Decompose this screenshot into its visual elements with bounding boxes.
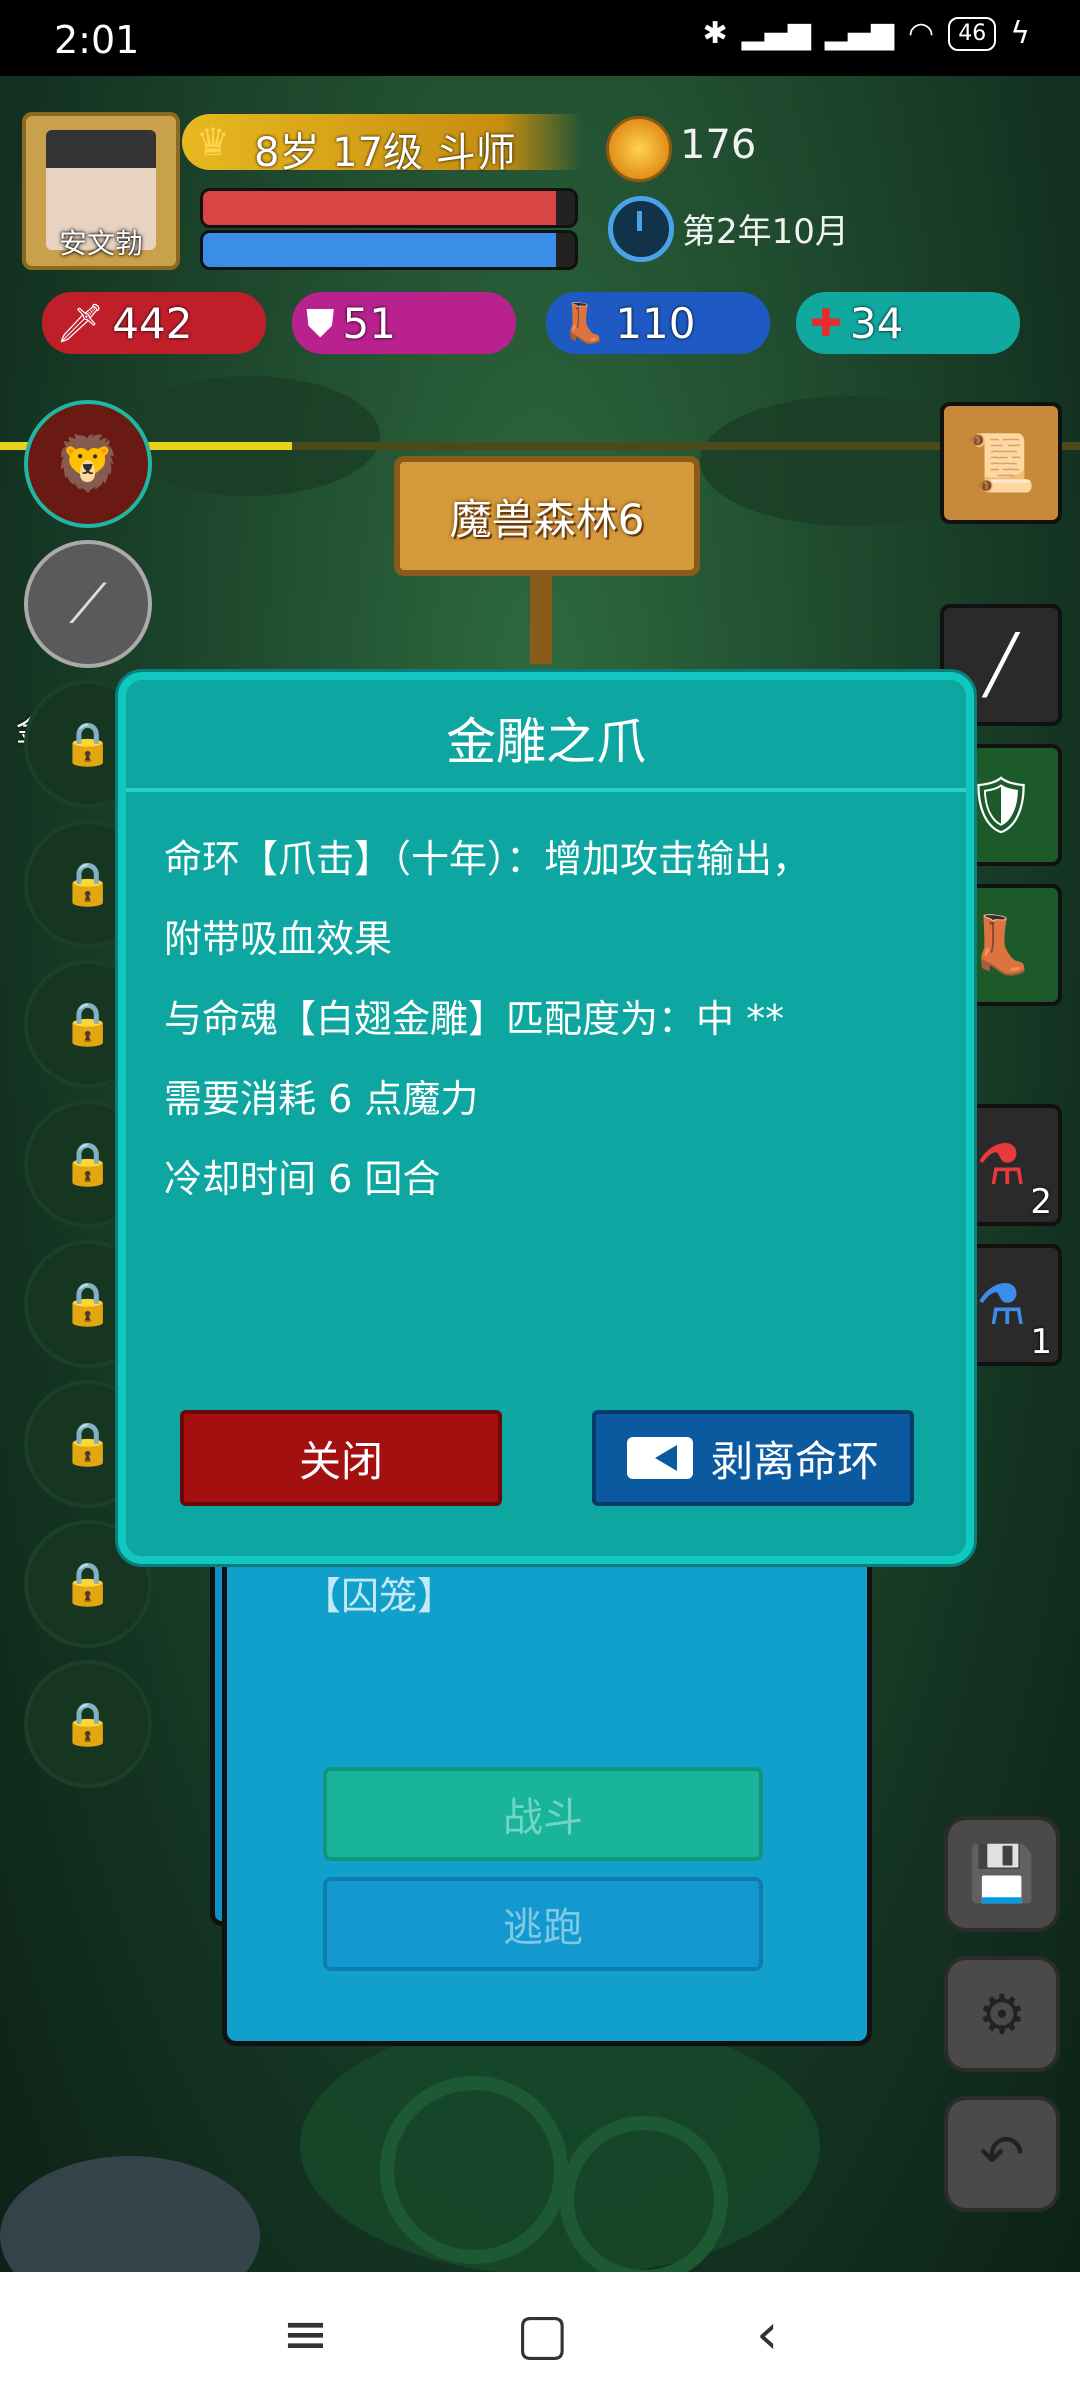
home-nav-icon[interactable]: ▢ (516, 2302, 569, 2367)
locked-slot[interactable]: 🔒 (24, 1660, 152, 1788)
dialog-title: 金雕之爪 (446, 713, 646, 771)
skill-slot-2[interactable]: ⟋ (24, 540, 152, 668)
status-time: 2:01 (54, 18, 140, 62)
player-avatar[interactable]: 安文勃 (22, 112, 180, 270)
charging-icon: ϟ (1010, 16, 1030, 51)
defense-value: 51 (342, 298, 396, 348)
blue-potion-icon: ⚗ (975, 1272, 1027, 1338)
dialog-header: 金雕之爪 (126, 680, 966, 792)
heal-value: 34 (849, 298, 904, 348)
lock-icon: 🔒 (61, 1279, 115, 1328)
game-date: 第2年10月 (682, 212, 849, 252)
navigation-bar: ≡ ▢ ‹ (0, 2272, 1080, 2400)
dialog-line-1: 命环【爪击】（十年）：增加攻击输出， (164, 837, 811, 881)
crown-icon: ♛ (196, 120, 231, 164)
player-name: 安文勃 (58, 227, 143, 260)
strip-ring-label: 剥离命环 (710, 1436, 879, 1486)
lion-skill-icon: 🦁 (54, 432, 122, 495)
xp-bar (0, 442, 1080, 450)
battle-card: 【囚笼】 战斗 逃跑 (222, 1516, 872, 2046)
settings-button[interactable]: ⚙ (944, 1956, 1060, 2072)
lock-icon: 🔒 (61, 859, 115, 908)
map-scroll-item[interactable]: 📜 (940, 402, 1062, 524)
save-button[interactable]: 💾 (944, 1816, 1060, 1932)
defense-stat: ⛊ 51 (292, 292, 516, 354)
close-button[interactable]: 关闭 (180, 1410, 502, 1506)
attack-stat: 🗡 442 (42, 292, 266, 354)
lock-icon: 🔒 (61, 1699, 115, 1748)
back-nav-icon[interactable]: ‹ (756, 2302, 778, 2367)
wifi-icon: ◠ (908, 16, 935, 51)
blue-potion-count: 1 (1030, 1322, 1052, 1362)
dialog-line-3: 与命魂【白翅金雕】匹配度为：中 ** (164, 997, 785, 1041)
heal-stat: ✚ 34 (796, 292, 1020, 354)
save-icon: 💾 (968, 1842, 1036, 1905)
dialog-line-5: 冷却时间 6 回合 (164, 1157, 441, 1201)
bluetooth-icon: ✱ (702, 16, 728, 51)
sign-post (530, 564, 552, 664)
lock-icon: 🔒 (61, 719, 115, 768)
boots-item-icon: 👢 (966, 913, 1036, 978)
shield-item-icon: 🛡 (965, 773, 1037, 838)
attack-value: 442 (112, 298, 193, 348)
sword-icon: 🗡 (56, 300, 105, 345)
status-bar: 2:01 ✱ ▂▄▆ ▂▄▆ ◠ 46 ϟ (0, 0, 1080, 76)
lock-icon: 🔒 (61, 1139, 115, 1188)
lock-icon: 🔒 (61, 999, 115, 1048)
return-arrow-icon: ↶ (979, 2122, 1025, 2186)
foliage (120, 376, 380, 496)
gold-coin-icon (606, 116, 672, 182)
lock-icon: 🔒 (61, 1419, 115, 1468)
enemy-tag: 【囚笼】 (303, 1574, 456, 1618)
gear-icon: ⚙ (977, 1982, 1027, 2046)
boot-icon: 👢 (560, 300, 608, 345)
status-icons: ✱ ▂▄▆ ▂▄▆ ◠ 46 ϟ (702, 16, 1030, 51)
claw-skill-icon: ⟋ (69, 572, 107, 635)
flee-button[interactable]: 逃跑 (323, 1877, 763, 1971)
dialog-line-4: 需要消耗 6 点魔力 (164, 1077, 479, 1121)
back-button[interactable]: ↶ (944, 2096, 1060, 2212)
speed-value: 110 (615, 298, 696, 348)
hp-bar (200, 188, 578, 228)
hp-bar-fill (203, 191, 557, 225)
skill-dialog: 金雕之爪 命环【爪击】（十年）：增加攻击输出， 附带吸血效果 与命魂【白翅金雕】… (118, 672, 974, 1564)
speed-stat: 👢 110 (546, 292, 770, 354)
rock (0, 2156, 260, 2272)
mp-bar-fill (203, 233, 557, 267)
shield-icon: ⛊ (306, 300, 335, 345)
dialog-line-2: 附带吸血效果 (164, 917, 393, 961)
vine (560, 2116, 728, 2272)
lock-icon: 🔒 (61, 1559, 115, 1608)
clock-icon (608, 196, 674, 262)
signal-icon: ▂▄▆ (824, 16, 895, 51)
skill-slot-1[interactable]: 🦁 (24, 400, 152, 528)
menu-nav-icon[interactable]: ≡ (282, 2302, 329, 2367)
vine (380, 2076, 568, 2264)
scroll-icon: 📜 (966, 431, 1036, 496)
fight-button[interactable]: 战斗 (323, 1767, 763, 1861)
game-scene: 安文勃 ♛ 8岁 17级 斗师 ♥ ⚗ 176 第2年10月 🗡 442 ⛊ 5… (0, 76, 1080, 2272)
location-sign: 魔兽森林6 (394, 456, 700, 576)
level-banner: ♛ 8岁 17级 斗师 (182, 114, 582, 176)
gold-value: 176 (680, 122, 757, 168)
close-button-label: 关闭 (298, 1436, 383, 1486)
location-name: 魔兽森林6 (449, 495, 645, 544)
strip-ring-button[interactable]: 剥离命环 (592, 1410, 914, 1506)
video-camera-icon (626, 1437, 693, 1479)
avatar-hat (46, 130, 156, 168)
red-potion-count: 2 (1030, 1182, 1052, 1222)
battery-icon: 46 (948, 16, 997, 51)
mp-bar (200, 230, 578, 270)
health-cross-icon: ✚ (810, 301, 842, 345)
staff-icon: ╱ (984, 632, 1018, 698)
red-potion-icon: ⚗ (975, 1132, 1027, 1198)
player-level-text: 8岁 17级 斗师 (254, 130, 516, 176)
signal-icon: ▂▄▆ (741, 16, 811, 51)
